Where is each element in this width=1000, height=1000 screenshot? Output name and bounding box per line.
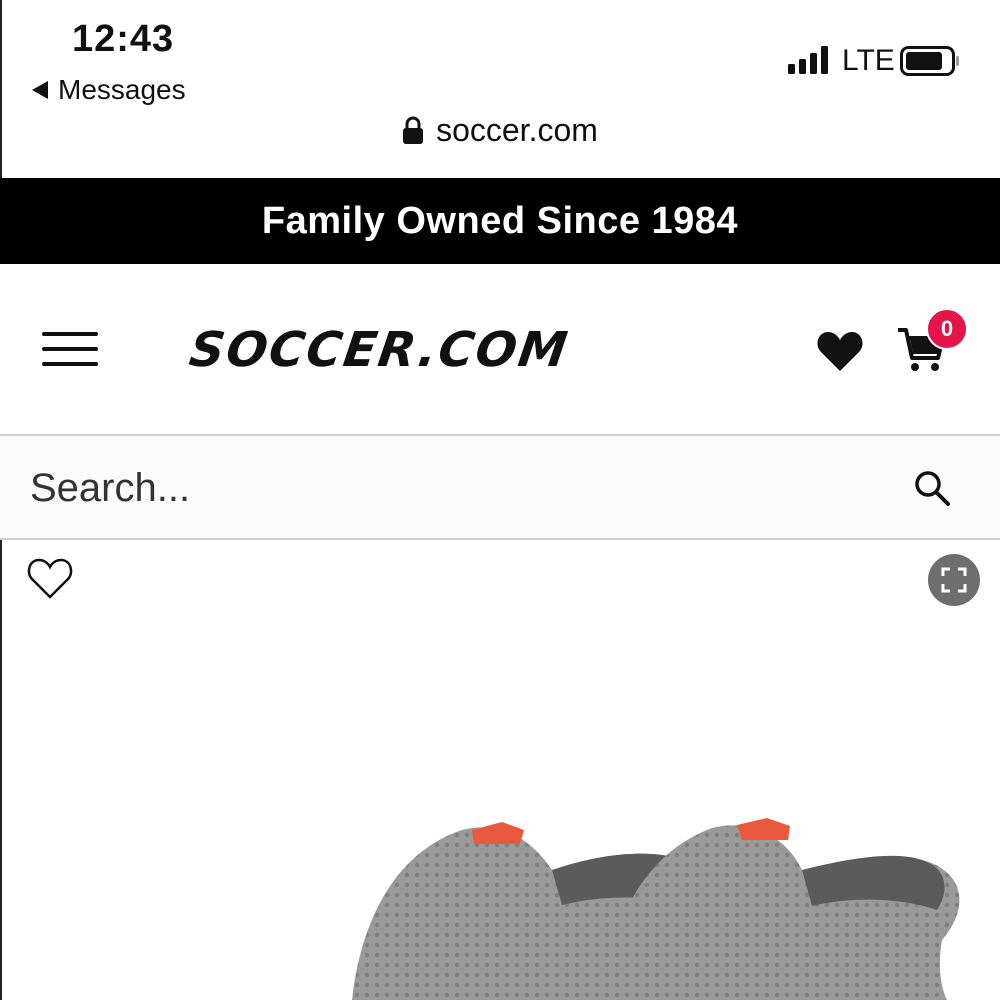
hamburger-icon[interactable]: [42, 332, 98, 366]
search-input[interactable]: [30, 460, 870, 516]
back-to-messages-link[interactable]: Messages: [32, 74, 186, 106]
battery-icon: [900, 46, 959, 76]
expand-icon: [941, 567, 967, 593]
lock-icon: [403, 116, 424, 144]
back-link-label: Messages: [58, 74, 186, 105]
url-text: soccer.com: [436, 111, 598, 148]
back-arrow-icon: [32, 81, 48, 99]
heart-icon[interactable]: [816, 330, 864, 372]
heart-outline-icon[interactable]: [26, 556, 74, 600]
product-image[interactable]: [202, 810, 1000, 1000]
cart-count-badge: 0: [926, 308, 968, 350]
status-time: 12:43: [72, 18, 175, 60]
search-bar: [0, 436, 1000, 540]
site-logo[interactable]: SOCCER.COM: [186, 322, 572, 378]
promo-text: Family Owned Since 1984: [261, 199, 739, 242]
product-gallery: [0, 540, 1000, 1000]
promo-banner: Family Owned Since 1984: [0, 178, 1000, 264]
network-type: LTE: [842, 44, 895, 77]
search-icon[interactable]: [912, 468, 952, 508]
cellular-signal-icon: [788, 46, 828, 74]
expand-image-button[interactable]: [928, 554, 980, 606]
address-bar[interactable]: soccer.com: [0, 108, 1000, 152]
site-header: SOCCER.COM 0: [0, 264, 1000, 436]
